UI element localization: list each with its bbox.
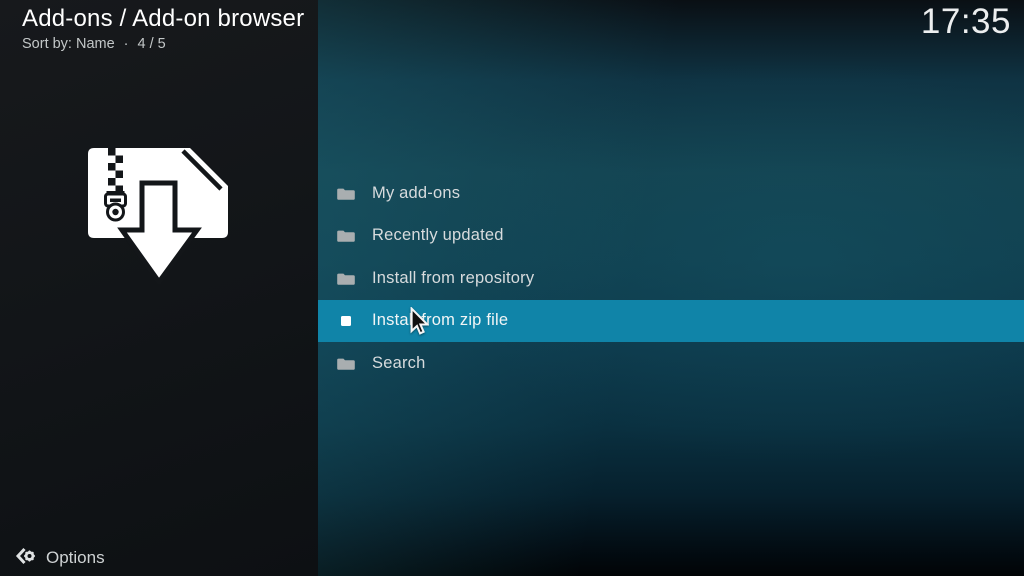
menu-item-label: Install from zip file [372,311,509,330]
menu-item-my-addons[interactable]: My add-ons [318,172,1024,215]
kodi-addon-browser-screen: Add-ons / Add-on browser Sort by: Name ·… [0,0,1024,576]
menu-item-label: Search [372,353,426,372]
folder-icon [336,268,356,288]
mouse-pointer [410,307,429,335]
file-square-icon [336,311,356,331]
clock: 17:35 [920,2,1011,41]
addon-browser-menu: My add-ons Recently updated Install from… [318,172,1024,385]
sort-by-label: Sort by: Name [22,36,115,52]
zip-file-download-icon [88,148,229,287]
options-label: Options [46,548,105,567]
folder-icon [336,183,356,203]
options-bar[interactable]: Options [0,540,318,576]
position-indicator: 4 / 5 [137,36,166,52]
menu-item-label: Install from repository [372,268,535,287]
folder-icon [336,353,356,373]
menu-item-label: My add-ons [372,183,461,202]
menu-item-search[interactable]: Search [318,342,1024,385]
breadcrumb: Sort by: Name · 4 / 5 [22,36,304,52]
sidebar-panel [0,0,318,576]
separator-dot: · [123,36,129,52]
page-title: Add-ons / Add-on browser [22,5,305,32]
menu-item-label: Recently updated [372,226,504,245]
folder-icon [336,226,356,246]
header: Add-ons / Add-on browser Sort by: Name ·… [22,4,304,52]
options-gear-icon [15,546,36,571]
menu-item-install-from-repository[interactable]: Install from repository [318,257,1024,300]
menu-item-recently-updated[interactable]: Recently updated [318,215,1024,258]
